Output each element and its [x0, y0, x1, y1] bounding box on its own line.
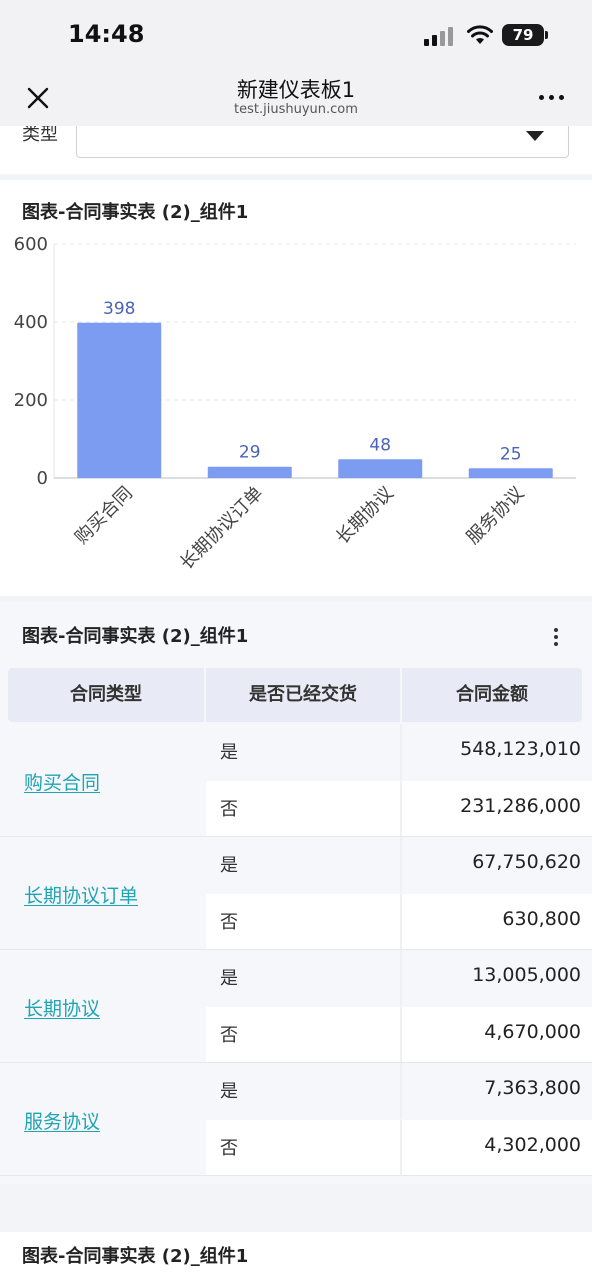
bar [77, 322, 162, 478]
amount-cell: 548,123,010 [460, 738, 581, 760]
table-card: 图表-合同事实表 (2)_组件1 合同类型 是否已经交货 合同金额 购买合同 是… [0, 602, 592, 1184]
table-group: 购买合同 是 548,123,010 否 231,286,000 [0, 724, 592, 837]
bar-chart: 0 200 400 600 398 购买合同 29 长期协议订单 48 长期协议 25 服务协议 [14, 234, 576, 574]
delivered-cell: 是 [220, 742, 238, 763]
status-time: 14:48 [68, 20, 145, 48]
table-group: 服务协议 是 7,363,800 否 4,302,000 [0, 1063, 592, 1176]
amount-cell: 630,800 [502, 908, 581, 930]
page-title: 新建仪表板1 [236, 78, 356, 102]
delivered-cell: 是 [220, 1081, 238, 1102]
bar-chart-card: 图表-合同事实表 (2)_组件1 0 200 400 600 398 购买合同 29 长期协议… [0, 180, 592, 596]
y-tick-label: 200 [14, 390, 48, 411]
x-category-label: 长期协议订单 [176, 483, 267, 574]
page-url: test.jiushuyun.com [234, 102, 358, 117]
battery-tip [545, 31, 548, 39]
more-options-icon[interactable] [536, 84, 568, 112]
next-card-title: 图表-合同事实表 (2)_组件1 [22, 1246, 249, 1267]
bar-value-label: 29 [239, 443, 261, 463]
y-tick-label: 400 [14, 312, 48, 333]
table-group: 长期协议订单 是 67,750,620 否 630,800 [0, 837, 592, 950]
table-row: 否 630,800 [206, 894, 592, 950]
delivered-cell: 否 [220, 1138, 238, 1159]
filter-bar: 类型 [0, 126, 592, 174]
delivered-cell: 否 [220, 1025, 238, 1046]
dropdown-arrow-icon [526, 131, 544, 141]
filter-label: 类型 [22, 126, 58, 145]
delivered-cell: 否 [220, 912, 238, 933]
amount-cell: 7,363,800 [484, 1077, 581, 1099]
bar-value-label: 48 [369, 435, 391, 455]
amount-cell: 13,005,000 [472, 964, 581, 986]
table-header: 合同类型 是否已经交货 合同金额 [8, 668, 582, 722]
contract-type-link[interactable]: 长期协议 [24, 994, 100, 1021]
table-row: 是 67,750,620 [206, 837, 592, 893]
card-menu-icon[interactable] [550, 626, 562, 648]
amount-cell: 231,286,000 [460, 795, 581, 817]
table-row: 否 231,286,000 [206, 781, 592, 837]
bar [468, 468, 553, 478]
delivered-cell: 否 [220, 799, 238, 820]
battery-icon: 79 [502, 24, 544, 46]
contract-type-link[interactable]: 购买合同 [24, 768, 100, 795]
status-bar: 14:48 79 [0, 0, 592, 70]
bar-value-label: 25 [500, 444, 522, 464]
table-row: 是 13,005,000 [206, 950, 592, 1006]
contract-type-link[interactable]: 服务协议 [24, 1107, 100, 1134]
table-row: 否 4,670,000 [206, 1007, 592, 1063]
table-row: 是 548,123,010 [206, 724, 592, 780]
header-amount[interactable]: 合同金额 [402, 668, 582, 722]
amount-cell: 4,670,000 [484, 1021, 581, 1043]
table-title: 图表-合同事实表 (2)_组件1 [22, 626, 249, 647]
contract-type-link[interactable]: 长期协议订单 [24, 881, 138, 908]
table-row: 否 4,302,000 [206, 1120, 592, 1176]
cellular-signal-icon [424, 26, 454, 46]
x-category-label: 购买合同 [71, 483, 137, 549]
header-contract-type[interactable]: 合同类型 [8, 668, 204, 722]
x-category-label: 服务协议 [463, 483, 529, 549]
y-tick-label: 0 [37, 468, 48, 489]
amount-cell: 67,750,620 [472, 851, 581, 873]
x-category-label: 长期协议 [332, 483, 398, 549]
delivered-cell: 是 [220, 855, 238, 876]
header-delivered[interactable]: 是否已经交货 [206, 668, 400, 722]
bar [338, 459, 423, 478]
delivered-cell: 是 [220, 968, 238, 989]
table-group: 长期协议 是 13,005,000 否 4,670,000 [0, 950, 592, 1063]
table-row: 是 7,363,800 [206, 1063, 592, 1119]
y-tick-label: 600 [14, 234, 48, 255]
nav-bar: 新建仪表板1 test.jiushuyun.com [0, 70, 592, 126]
bar [207, 466, 292, 478]
type-filter-select[interactable] [76, 126, 569, 158]
bar-value-label: 398 [103, 299, 135, 319]
wifi-icon [467, 25, 493, 44]
amount-cell: 4,302,000 [484, 1134, 581, 1156]
next-chart-card: 图表-合同事实表 (2)_组件1 [0, 1232, 592, 1280]
